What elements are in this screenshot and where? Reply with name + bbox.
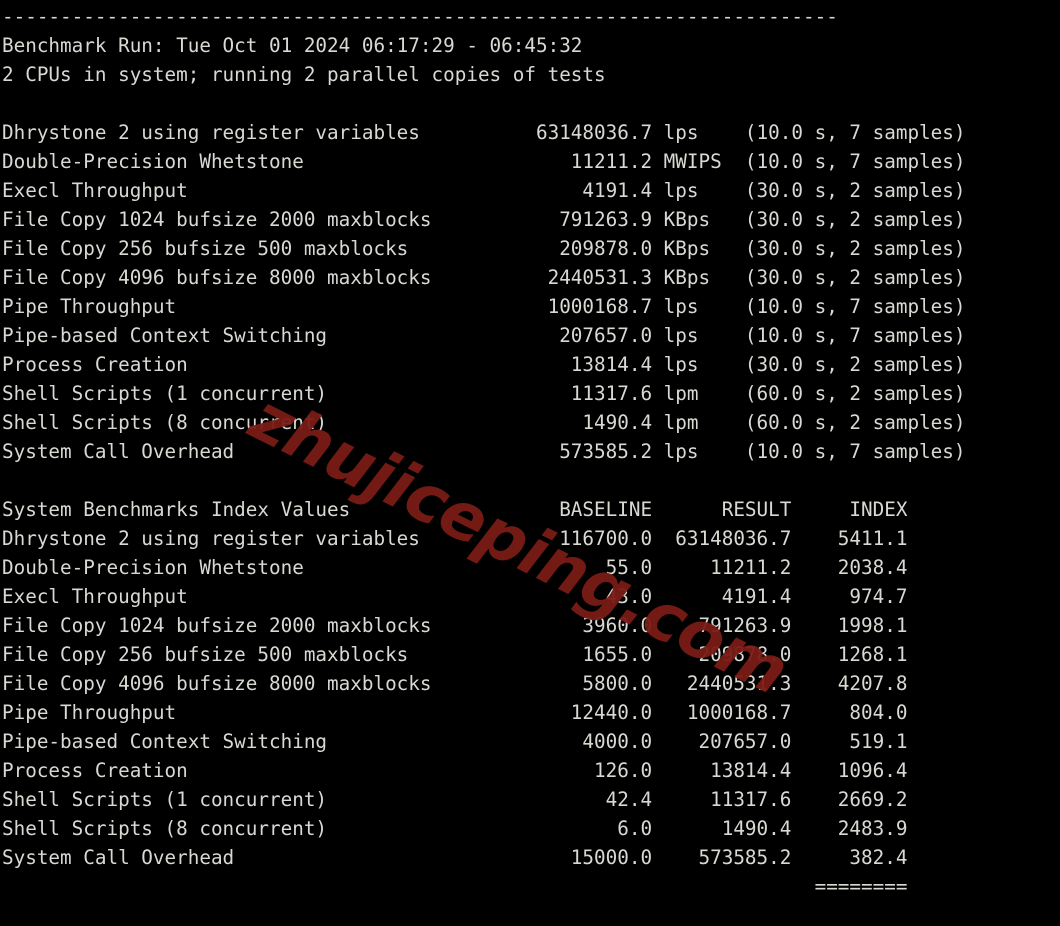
index-table-row: File Copy 256 bufsize 500 maxblocks 1655… [2,643,908,666]
raw-result-line: File Copy 4096 bufsize 8000 maxblocks 24… [2,266,966,289]
raw-result-line: Shell Scripts (8 concurrent) 1490.4 lpm … [2,411,966,434]
index-table-row: Shell Scripts (8 concurrent) 6.0 1490.4 … [2,817,908,840]
terminal-output: ----------------------------------------… [2,2,1058,926]
index-table-row: System Call Overhead 15000.0 573585.2 38… [2,846,908,869]
raw-result-line: File Copy 256 bufsize 500 maxblocks 2098… [2,237,966,260]
raw-result-line: Process Creation 13814.4 lps (30.0 s, 2 … [2,353,966,376]
score-divider-line: ======== [2,875,908,898]
index-table-row: Pipe Throughput 12440.0 1000168.7 804.0 [2,701,908,724]
index-table-row: Execl Throughput 43.0 4191.4 974.7 [2,585,908,608]
divider-line: ----------------------------------------… [2,5,838,28]
index-table-row: Process Creation 126.0 13814.4 1096.4 [2,759,908,782]
raw-result-line: System Call Overhead 573585.2 lps (10.0 … [2,440,966,463]
raw-result-line: Double-Precision Whetstone 11211.2 MWIPS… [2,150,966,173]
raw-result-line: Pipe-based Context Switching 207657.0 lp… [2,324,966,347]
raw-result-line: Pipe Throughput 1000168.7 lps (10.0 s, 7… [2,295,966,318]
index-table-row: Double-Precision Whetstone 55.0 11211.2 … [2,556,908,579]
terminal-screen: ----------------------------------------… [0,0,1060,926]
raw-result-line: Dhrystone 2 using register variables 631… [2,121,966,144]
index-table-row: Shell Scripts (1 concurrent) 42.4 11317.… [2,788,908,811]
benchmark-run-line: Benchmark Run: Tue Oct 01 2024 06:17:29 … [2,34,583,57]
raw-result-line: Execl Throughput 4191.4 lps (30.0 s, 2 s… [2,179,966,202]
raw-result-line: Shell Scripts (1 concurrent) 11317.6 lpm… [2,382,966,405]
index-table-row: File Copy 4096 bufsize 8000 maxblocks 58… [2,672,908,695]
index-table-row: File Copy 1024 bufsize 2000 maxblocks 39… [2,614,908,637]
raw-result-line: File Copy 1024 bufsize 2000 maxblocks 79… [2,208,966,231]
index-table-row: Pipe-based Context Switching 4000.0 2076… [2,730,908,753]
cpu-info-line: 2 CPUs in system; running 2 parallel cop… [2,63,606,86]
index-table-row: Dhrystone 2 using register variables 116… [2,527,908,550]
index-table-header: System Benchmarks Index Values BASELINE … [2,498,908,521]
